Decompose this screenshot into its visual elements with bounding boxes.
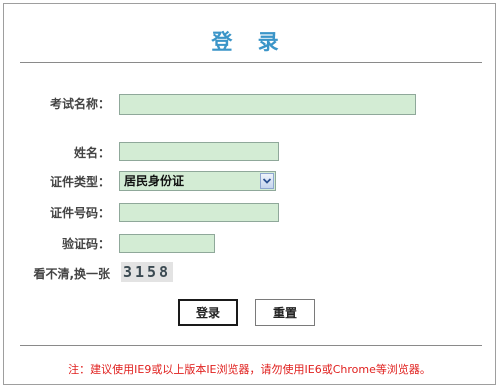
login-panel: 登 录 考试名称： 姓名： 证件类型： 居民身份证 证件号码： 验证码： 看不清…	[3, 3, 496, 385]
page-title: 登 录	[211, 30, 288, 54]
name-input[interactable]	[119, 142, 279, 161]
captcha-image-text: 3158	[122, 263, 172, 281]
id-number-input[interactable]	[119, 203, 279, 222]
exam-name-label: 考试名称：	[49, 97, 110, 111]
captcha-label: 验证码：	[61, 237, 110, 251]
login-button[interactable]: 登录	[178, 299, 238, 326]
id-type-label: 证件类型：	[49, 175, 110, 189]
exam-name-input[interactable]	[119, 94, 416, 115]
name-label: 姓名：	[73, 146, 110, 160]
captcha-image[interactable]: 3158	[121, 262, 173, 282]
divider-top	[20, 62, 482, 63]
reset-button[interactable]: 重置	[255, 299, 315, 326]
divider-bottom	[20, 345, 482, 346]
captcha-input[interactable]	[119, 234, 215, 253]
refresh-captcha-link[interactable]: 看不清,换一张	[4, 266, 110, 282]
id-type-select[interactable]: 居民身份证	[119, 171, 276, 191]
id-type-selected-value: 居民身份证	[124, 174, 185, 188]
id-number-label: 证件号码：	[49, 206, 110, 220]
browser-notice: 注：建议使用IE9或以上版本IE浏览器，请勿使用IE6或Chrome等浏览器。	[68, 363, 431, 376]
chevron-down-icon[interactable]	[260, 173, 274, 189]
